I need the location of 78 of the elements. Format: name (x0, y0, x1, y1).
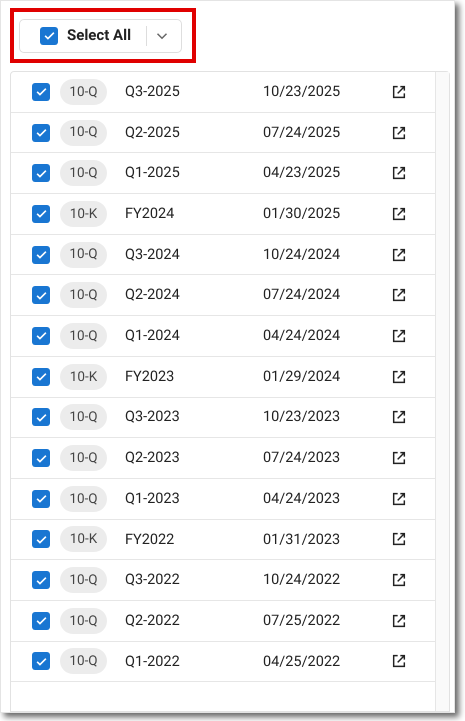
checkbox[interactable] (32, 164, 50, 182)
checkbox[interactable] (32, 204, 50, 223)
form-type-badge: 10-Q (60, 567, 107, 594)
checkbox[interactable] (32, 408, 50, 426)
external-link-icon[interactable] (391, 328, 407, 344)
period-text: FY2024 (125, 204, 176, 224)
form-type-badge: 10-Q (60, 404, 107, 430)
date-text: 07/25/2022 (263, 610, 342, 631)
select-all-label: Select All (67, 25, 132, 46)
external-link-icon[interactable] (391, 490, 407, 507)
period-text: Q3-2023 (125, 407, 181, 428)
period-text: Q1-2023 (125, 488, 181, 509)
period-text: Q1-2022 (125, 652, 181, 672)
period-text: FY2023 (125, 366, 176, 387)
date-text: 07/24/2023 (263, 448, 342, 468)
date-text: 10/24/2022 (263, 570, 342, 590)
external-link-icon[interactable] (391, 165, 407, 182)
period-text: Q1-2024 (125, 326, 181, 346)
period-text: Q2-2025 (125, 122, 181, 143)
period-text: Q3-2024 (125, 244, 181, 265)
form-type-badge: 10-Q (60, 242, 107, 268)
form-type-badge: 10-Q (60, 648, 107, 674)
external-link-icon[interactable] (391, 612, 407, 629)
date-text: 01/31/2023 (263, 530, 342, 550)
period-text: Q2-2022 (125, 610, 181, 631)
period-text: Q2-2024 (125, 285, 181, 306)
date-text: 04/24/2023 (263, 488, 342, 509)
external-link-icon[interactable] (391, 287, 407, 304)
external-link-icon[interactable] (391, 124, 407, 141)
checkbox[interactable] (32, 326, 50, 345)
checkbox[interactable] (32, 530, 50, 548)
date-text: 10/24/2024 (263, 244, 342, 265)
form-type-badge: 10-Q (60, 445, 107, 472)
external-link-icon[interactable] (391, 246, 407, 263)
external-link-icon[interactable] (391, 409, 407, 426)
form-type-badge: 10-K (60, 364, 107, 390)
checkbox[interactable] (32, 82, 50, 101)
form-type-badge: 10-Q (60, 78, 107, 105)
checkbox[interactable] (32, 124, 50, 142)
period-text: Q3-2022 (125, 570, 181, 590)
select-all-control[interactable]: Select All (19, 18, 182, 52)
form-type-badge: 10-Q (60, 608, 107, 634)
external-link-icon[interactable] (391, 450, 407, 466)
checkbox[interactable] (40, 26, 58, 44)
date-text: 10/23/2025 (263, 82, 342, 102)
external-link-icon[interactable] (391, 531, 407, 548)
period-text: Q2-2023 (125, 448, 181, 468)
external-link-icon[interactable] (391, 84, 407, 100)
form-type-badge: 10-Q (60, 486, 107, 512)
form-type-badge: 10-K (60, 200, 107, 227)
checkbox[interactable] (32, 490, 50, 508)
checkbox[interactable] (32, 449, 50, 468)
form-type-badge: 10-Q (60, 120, 107, 146)
date-text: 07/24/2024 (263, 285, 342, 306)
checkbox[interactable] (32, 652, 50, 670)
period-text: FY2022 (125, 530, 176, 550)
period-text: Q3-2025 (125, 82, 181, 102)
external-link-icon[interactable] (391, 206, 407, 222)
form-type-badge: 10-Q (60, 282, 107, 308)
checkbox[interactable] (32, 612, 50, 630)
date-text: 04/25/2022 (263, 652, 342, 672)
checkbox[interactable] (32, 368, 50, 386)
period-text: Q1-2025 (125, 163, 181, 184)
date-text: 01/30/2025 (263, 204, 342, 224)
form-type-badge: 10-K (60, 526, 107, 552)
form-type-badge: 10-Q (60, 322, 107, 349)
date-text: 04/24/2024 (263, 326, 342, 346)
date-text: 01/29/2024 (263, 366, 342, 387)
date-text: 10/23/2023 (263, 407, 342, 428)
form-type-badge: 10-Q (60, 160, 107, 186)
checkbox[interactable] (32, 246, 50, 264)
checkbox[interactable] (32, 286, 50, 304)
external-link-icon[interactable] (391, 368, 407, 385)
external-link-icon[interactable] (391, 653, 407, 670)
external-link-icon[interactable] (391, 572, 407, 588)
date-text: 07/24/2025 (263, 122, 342, 143)
date-text: 04/23/2025 (263, 163, 342, 184)
checkbox[interactable] (32, 571, 50, 590)
